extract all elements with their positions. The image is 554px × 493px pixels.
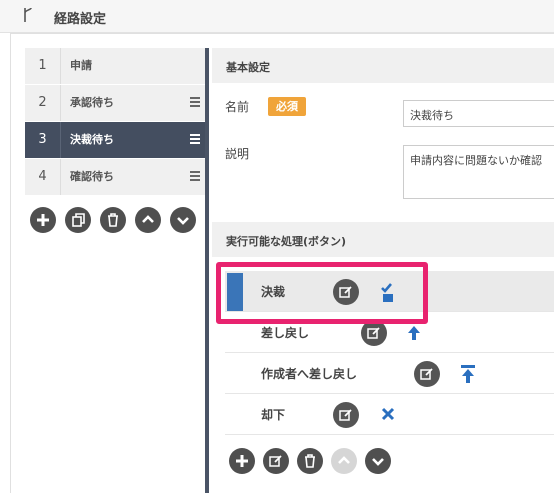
step-label: 承認待ち — [70, 96, 114, 109]
highlight-box — [216, 262, 428, 324]
chevron-up-icon — [338, 456, 350, 464]
step-item[interactable]: 1 申請 — [25, 48, 206, 85]
step-item-active[interactable]: 3 決裁待ち — [25, 122, 208, 159]
page-header: 経路設定 — [0, 0, 554, 33]
trash-icon — [108, 213, 118, 227]
arrow-to-top-icon — [459, 364, 477, 383]
step-item[interactable]: 4 確認待ち — [25, 159, 206, 196]
description-textarea[interactable]: 申請内容に問題ないか確認 — [403, 145, 554, 199]
edit-action-button[interactable] — [333, 402, 359, 428]
page-title: 経路設定 — [54, 12, 107, 27]
step-list: 1 申請 2 承認待ち 3 決裁待ち 4 確認待ち — [25, 48, 208, 196]
edit-action-button[interactable] — [263, 448, 289, 474]
chevron-down-icon — [177, 217, 189, 225]
drag-handle-icon[interactable] — [190, 171, 200, 181]
step-number: 4 — [25, 159, 61, 195]
chevron-up-icon — [142, 215, 154, 223]
drag-handle-icon[interactable] — [190, 134, 200, 144]
delete-step-button[interactable] — [100, 207, 126, 233]
description-label: 説明 — [225, 147, 250, 161]
move-down-button[interactable] — [170, 207, 196, 233]
copy-icon — [72, 213, 85, 227]
drag-handle-icon[interactable] — [190, 97, 200, 107]
move-down-button[interactable] — [365, 448, 391, 474]
branch-icon — [22, 7, 34, 27]
actions-header: 実行可能な処理(ボタン) — [212, 222, 554, 257]
step-number: 1 — [25, 48, 61, 84]
edit-icon — [367, 327, 380, 339]
step-item[interactable]: 2 承認待ち — [25, 85, 206, 122]
edit-icon — [269, 455, 282, 467]
copy-step-button[interactable] — [65, 207, 91, 233]
move-up-button-disabled[interactable] — [331, 448, 357, 474]
step-number: 2 — [25, 85, 61, 121]
step-label: 決裁待ち — [70, 133, 114, 146]
step-label: 申請 — [70, 59, 92, 72]
required-badge: 必須 — [268, 97, 306, 116]
plus-icon — [37, 214, 49, 226]
edit-action-button[interactable] — [414, 361, 440, 387]
action-label: 差し戻し — [261, 326, 310, 340]
move-up-button[interactable] — [135, 207, 161, 233]
basic-settings-header: 基本設定 — [212, 48, 554, 83]
name-input[interactable]: 決裁待ち — [403, 100, 554, 127]
edit-icon — [420, 368, 433, 380]
add-step-button[interactable] — [30, 207, 56, 233]
arrow-up-icon — [405, 324, 423, 342]
name-label: 名前 — [225, 100, 250, 114]
add-action-button[interactable] — [229, 448, 255, 474]
action-item-sendback-creator[interactable]: 作成者へ差し戻し — [225, 353, 554, 394]
panel-divider — [205, 48, 209, 493]
step-label: 確認待ち — [70, 170, 114, 183]
plus-icon — [236, 455, 248, 467]
x-icon — [379, 406, 397, 424]
delete-action-button[interactable] — [297, 448, 323, 474]
action-label: 却下 — [261, 408, 286, 422]
chevron-down-icon — [372, 458, 384, 466]
action-item-reject[interactable]: 却下 — [225, 394, 554, 435]
step-number: 3 — [25, 122, 61, 158]
trash-icon — [305, 454, 315, 468]
action-label: 作成者へ差し戻し — [261, 367, 358, 381]
edit-icon — [339, 409, 352, 421]
